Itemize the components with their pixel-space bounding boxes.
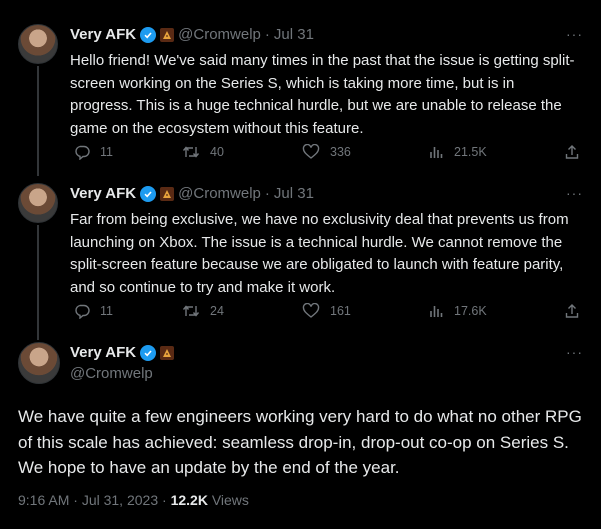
avatar[interactable] (18, 183, 58, 223)
tweet-date[interactable]: Jul 31, 2023 (82, 492, 158, 508)
thread-line (37, 225, 39, 340)
separator: · (73, 492, 78, 508)
like-count: 336 (330, 145, 351, 159)
display-name[interactable]: Very AFK (70, 26, 136, 43)
tweet-actions: 11 24 161 17.6K (70, 301, 590, 321)
views-icon (430, 147, 443, 158)
tweet-meta: 9:16 AM · Jul 31, 2023 · 12.2K Views (18, 492, 249, 508)
tweet-header: Very AFK @Cromwelp · Jul 31 (70, 185, 314, 202)
more-icon[interactable]: ··· (566, 185, 583, 201)
verified-icon (140, 185, 157, 202)
reply-count: 11 (100, 304, 113, 318)
thread-line (37, 66, 39, 176)
reply-count: 11 (100, 145, 113, 159)
retweet-count: 40 (210, 145, 224, 159)
views-icon (430, 306, 443, 317)
retweet-button[interactable]: 24 (182, 303, 224, 319)
affiliate-badge-icon[interactable] (160, 345, 175, 360)
tweet-1[interactable]: Very AFK @Cromwelp · Jul 31 ··· Hello fr… (0, 0, 601, 176)
more-icon[interactable]: ··· (566, 26, 583, 42)
tweet-date[interactable]: Jul 31 (274, 26, 314, 43)
like-icon (302, 144, 320, 159)
display-name[interactable]: Very AFK (70, 344, 136, 361)
like-icon (302, 303, 320, 318)
separator: · (264, 185, 270, 202)
tweet-text: Far from being exclusive, we have no exc… (70, 211, 569, 296)
share-button[interactable] (564, 144, 580, 160)
reply-button[interactable]: 11 (74, 144, 113, 160)
separator: · (264, 26, 270, 43)
reply-icon (75, 145, 90, 160)
views-button[interactable]: 21.5K (428, 144, 487, 160)
like-button[interactable]: 161 (302, 303, 351, 319)
tweet-time[interactable]: 9:16 AM (18, 492, 69, 508)
handle[interactable]: @Cromwelp (178, 185, 261, 202)
views-button[interactable]: 17.6K (428, 303, 487, 319)
main-tweet: Very AFK @Cromwelp ··· We have quite a f… (0, 330, 601, 529)
share-button[interactable] (564, 303, 580, 319)
reply-button[interactable]: 11 (74, 303, 113, 319)
avatar[interactable] (18, 342, 60, 384)
display-name[interactable]: Very AFK (70, 185, 136, 202)
handle[interactable]: @Cromwelp (178, 26, 261, 43)
views-count: 12.2K (170, 492, 208, 508)
views-label: Views (211, 492, 249, 508)
tweet-text: Hello friend! We've said many times in t… (70, 52, 575, 137)
avatar[interactable] (18, 24, 58, 64)
handle[interactable]: @Cromwelp (70, 365, 153, 382)
tweet-actions: 11 40 336 21.5K (70, 142, 590, 162)
like-count: 161 (330, 304, 351, 318)
share-icon (565, 145, 579, 159)
more-icon[interactable]: ··· (566, 344, 583, 360)
verified-icon (140, 344, 157, 361)
like-button[interactable]: 336 (302, 144, 351, 160)
views-count: 17.6K (454, 304, 487, 318)
reply-icon (75, 304, 90, 319)
affiliate-badge-icon[interactable] (160, 27, 175, 42)
tweet-text: We have quite a few engineers working ve… (18, 407, 582, 477)
retweet-icon (182, 305, 200, 317)
tweet-2[interactable]: Very AFK @Cromwelp · Jul 31 ··· Far from… (0, 175, 601, 340)
retweet-count: 24 (210, 304, 224, 318)
separator: · (162, 492, 167, 508)
affiliate-badge-icon[interactable] (160, 186, 175, 201)
tweet-header: Very AFK @Cromwelp · Jul 31 (70, 26, 314, 43)
share-icon (565, 304, 579, 318)
views-count: 21.5K (454, 145, 487, 159)
retweet-icon (182, 146, 200, 158)
tweet-header: Very AFK (70, 344, 175, 361)
tweet-date[interactable]: Jul 31 (274, 185, 314, 202)
verified-icon (140, 26, 157, 43)
retweet-button[interactable]: 40 (182, 144, 224, 160)
